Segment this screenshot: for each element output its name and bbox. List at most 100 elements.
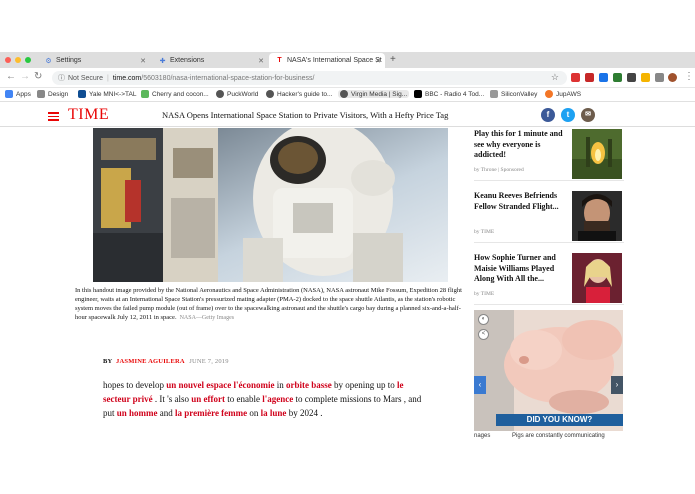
ad-caption: nages Pigs are constantly communicating (474, 431, 623, 442)
bookmark-siliconvalley[interactable]: SiliconValley (490, 90, 537, 98)
page-icon (141, 90, 149, 98)
extension-icon[interactable] (627, 73, 636, 82)
sidebar-item-play-game[interactable]: Play this for 1 minute and see why every… (474, 129, 624, 181)
bookmark-design[interactable]: Design (37, 90, 68, 98)
bookmark-label: SiliconValley (501, 90, 538, 98)
sidebar-item-title[interactable]: Play this for 1 minute and see why every… (474, 129, 566, 161)
ad-headline: DID YOU KNOW? (496, 414, 623, 426)
window-controls (5, 57, 31, 63)
bookmark-star-icon[interactable]: ☆ (551, 72, 559, 83)
url-host: time.com (112, 74, 142, 82)
bookmark-label: Virgin Media | Sig... (351, 90, 408, 98)
carousel-next-icon[interactable]: › (611, 376, 623, 394)
puzzle-icon: ✚ (159, 57, 166, 65)
sidebar-thumbnail[interactable] (572, 191, 622, 241)
close-tab-icon[interactable]: ✕ (375, 57, 381, 65)
profile-avatar[interactable] (668, 73, 677, 82)
tab-label: Extensions (170, 57, 205, 64)
ad-share-icon[interactable]: < (478, 329, 489, 340)
sidebar-item-title[interactable]: Keanu Reeves Befriends Fellow Stranded F… (474, 191, 566, 212)
body-text: by 2024 . (286, 408, 323, 418)
sidebar-item-source: by Throne | Sponsored (474, 167, 524, 173)
sidebar-item-sophie-turner[interactable]: How Sophie Turner and Maisie Williams Pl… (474, 253, 624, 305)
highlighted-phrase: un effort (191, 394, 225, 404)
bookmark-puckworld[interactable]: PuckWorld (216, 90, 258, 98)
game-thumbnail-image (572, 129, 622, 179)
minimize-window-button[interactable] (15, 57, 21, 63)
body-text: . It 's also (152, 394, 192, 404)
facebook-share-icon[interactable]: f (541, 108, 555, 122)
email-share-icon[interactable]: ✉ (581, 108, 595, 122)
bookmark-bbc-radio4[interactable]: BBC - Radio 4 Tod... (414, 90, 484, 98)
time-logo[interactable]: TIME (68, 106, 109, 124)
highlighted-phrase: un nouvel espace l'économie (166, 380, 275, 390)
bookmark-hackers-guide[interactable]: Hacker's guide to... (266, 90, 332, 98)
photo-credit: NASA—Getty Images (179, 315, 235, 321)
globe-icon (216, 90, 224, 98)
sidebar-thumbnail[interactable] (572, 253, 622, 303)
sidebar-item-keanu-reeves[interactable]: Keanu Reeves Befriends Fellow Stranded F… (474, 191, 624, 243)
ad-caption-left: nages (474, 433, 491, 439)
jupyter-icon (545, 90, 553, 98)
yale-icon (78, 90, 86, 98)
highlighted-phrase: l'agence (262, 394, 294, 404)
time-favicon-icon: T (277, 57, 282, 64)
body-text: hopes to develop (103, 380, 167, 390)
publish-date: JUNE 7, 2019 (189, 358, 229, 365)
back-icon[interactable]: ← (6, 71, 16, 82)
folder-icon (37, 90, 45, 98)
maximize-window-button[interactable] (25, 57, 31, 63)
reload-icon[interactable]: ↻ (34, 71, 42, 82)
close-tab-icon[interactable]: ✕ (258, 57, 264, 65)
bookmark-yale[interactable]: Yale MNI<->TAL (78, 90, 136, 98)
bookmarks-bar: Apps Design Yale MNI<->TAL Cherry and co… (0, 88, 695, 102)
ad-caption-text: Pigs are constantly communicating (512, 433, 605, 439)
body-text: and (157, 408, 176, 418)
forward-icon[interactable]: → (20, 71, 30, 82)
bbc-icon (414, 90, 422, 98)
sidebar-item-title[interactable]: How Sophie Turner and Maisie Williams Pl… (474, 253, 566, 285)
ad-info-icon[interactable]: ◐ (478, 314, 489, 325)
bookmark-cherry[interactable]: Cherry and cocon... (141, 90, 209, 98)
byline-prefix: BY (103, 358, 113, 365)
cast-icon[interactable] (655, 73, 664, 82)
globe-icon (266, 90, 274, 98)
advertisement[interactable]: ◐ < ‹ › DID YOU KNOW? nages Pigs are con… (474, 310, 623, 442)
tab-settings[interactable]: ⚙ Settings ✕ (38, 53, 150, 68)
highlighted-phrase: orbite basse (286, 380, 332, 390)
article-photo (93, 128, 448, 282)
highlighted-phrase: un homme (116, 408, 158, 418)
new-tab-button[interactable]: + (390, 54, 396, 65)
bookmark-apps[interactable]: Apps (5, 90, 31, 98)
menu-dots-icon[interactable]: ⋮ (684, 71, 694, 82)
extension-icon[interactable] (571, 73, 580, 82)
page-title: NASA Opens International Space Station t… (162, 110, 449, 120)
sidebar-thumbnail[interactable] (572, 129, 622, 179)
body-text: on (247, 408, 261, 418)
url-field[interactable]: ⓘ Not Secure | time.com /5603180/nasa-in… (52, 71, 567, 85)
info-icon[interactable]: ⓘ (58, 73, 65, 83)
tab-strip: ⚙ Settings ✕ ✚ Extensions ✕ T NASA's Int… (0, 52, 695, 68)
close-window-button[interactable] (5, 57, 11, 63)
bookmark-label: JupAWS (556, 90, 582, 98)
extension-icon[interactable] (613, 73, 622, 82)
caption-text: In this handout image provided by the Na… (75, 287, 462, 321)
tab-label: Settings (56, 57, 82, 64)
extension-icon[interactable] (641, 73, 650, 82)
author-link[interactable]: JASMINE AGUILERA (116, 358, 184, 365)
tab-extensions[interactable]: ✚ Extensions ✕ (152, 53, 268, 68)
extension-icon[interactable] (585, 73, 594, 82)
extension-icon[interactable] (599, 73, 608, 82)
bookmark-label: BBC - Radio 4 Tod... (425, 90, 485, 98)
twitter-share-icon[interactable]: t (561, 108, 575, 122)
sidebar-item-source: by TIME (474, 291, 495, 297)
bookmark-jupaws[interactable]: JupAWS (545, 90, 581, 98)
hamburger-menu-icon[interactable] (48, 112, 59, 123)
carousel-prev-icon[interactable]: ‹ (474, 376, 486, 394)
bookmark-label: Apps (16, 90, 31, 98)
page-icon (490, 90, 498, 98)
bookmark-virgin-media[interactable]: Virgin Media | Sig... (338, 90, 410, 98)
tab-nasa-article[interactable]: T NASA's International Space St ✕ (269, 53, 385, 68)
photo-caption: In this handout image provided by the Na… (75, 286, 465, 323)
close-tab-icon[interactable]: ✕ (140, 57, 146, 65)
